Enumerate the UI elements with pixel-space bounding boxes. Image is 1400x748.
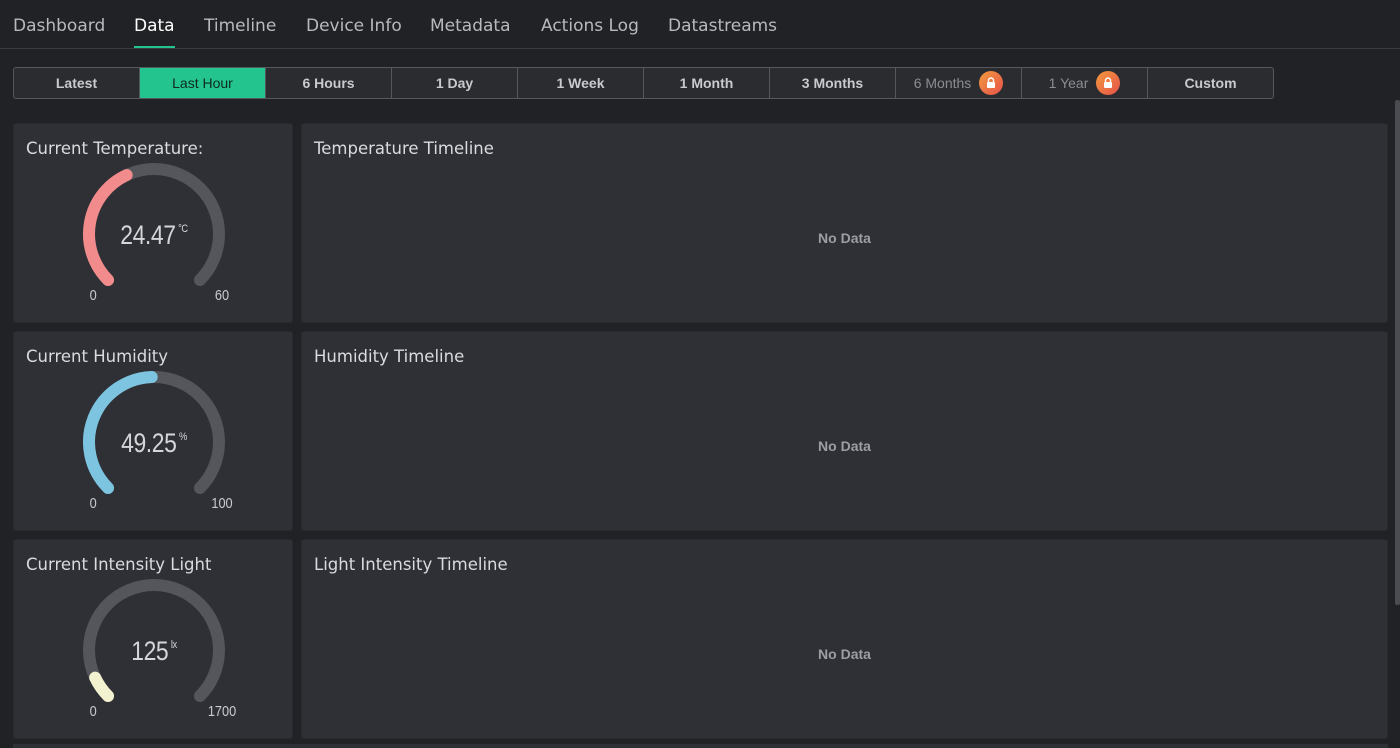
light-timeline-widget: Light Intensity Timeline No Data [301, 539, 1388, 739]
tab-actions-log[interactable]: Actions Log [541, 0, 639, 48]
gauge-min-label: 0 [89, 287, 97, 304]
temperature-gauge-widget: Current Temperature: 24.47 °C 0 60 [13, 123, 293, 323]
temperature-timeline-widget: Temperature Timeline No Data [301, 123, 1388, 323]
range-label: 6 Hours [302, 75, 355, 91]
gauge-min-label: 0 [89, 703, 97, 720]
gauge-value: 49.25% [121, 428, 187, 458]
humidity-gauge-widget: Current Humidity 49.25% 0 100 [13, 331, 293, 531]
range-label: 1 Year [1048, 75, 1089, 91]
gauge-max-label: 100 [211, 495, 233, 512]
range-6-months-button[interactable]: 6 Months [896, 68, 1022, 98]
tab-device-info[interactable]: Device Info [306, 0, 402, 48]
time-range-selector: Latest Last Hour 6 Hours 1 Day 1 Week 1 … [13, 67, 1274, 99]
gauge-unit: °C [178, 223, 188, 235]
gauge-max-label: 1700 [207, 703, 237, 720]
chart-title: Temperature Timeline [314, 139, 494, 158]
chart-title: Light Intensity Timeline [314, 555, 508, 574]
chart-title: Humidity Timeline [314, 347, 465, 366]
tab-metadata[interactable]: Metadata [430, 0, 511, 48]
range-1-year-button[interactable]: 1 Year [1022, 68, 1148, 98]
range-label: 3 Months [801, 75, 864, 91]
range-label: Custom [1184, 75, 1237, 91]
range-1-week-button[interactable]: 1 Week [518, 68, 644, 98]
gauge-fill [89, 671, 115, 702]
no-data-text: No Data [818, 438, 871, 454]
range-3-months-button[interactable]: 3 Months [770, 68, 896, 98]
gauge-min-label: 0 [89, 495, 97, 512]
range-custom-button[interactable]: Custom [1148, 68, 1273, 98]
humidity-timeline-widget: Humidity Timeline No Data [301, 331, 1388, 531]
tab-datastreams[interactable]: Datastreams [668, 0, 777, 48]
range-last-hour-button[interactable]: Last Hour [140, 68, 266, 98]
range-latest-button[interactable]: Latest [14, 68, 140, 98]
range-label: Latest [55, 75, 98, 91]
gauge-unit: lx [170, 639, 177, 651]
gauge-unit: % [178, 431, 187, 443]
tab-data[interactable]: Data [134, 0, 175, 48]
gauge-max-label: 60 [214, 287, 230, 304]
range-6-hours-button[interactable]: 6 Hours [266, 68, 392, 98]
range-label: 1 Day [435, 75, 474, 91]
lock-icon [1096, 71, 1121, 95]
range-1-day-button[interactable]: 1 Day [392, 68, 518, 98]
light-gauge-widget: Current Intensity Light 125 lx 0 1700 [13, 539, 293, 739]
range-label: 6 Months [913, 75, 972, 91]
top-tab-bar: Dashboard Data Timeline Device Info Meta… [0, 0, 1400, 49]
gauge-value: 125 lx [131, 636, 177, 666]
range-1-month-button[interactable]: 1 Month [644, 68, 770, 98]
range-label: 1 Week [556, 75, 605, 91]
range-label: 1 Month [679, 75, 734, 91]
tab-timeline[interactable]: Timeline [204, 0, 276, 48]
gauge-value: 24.47 °C [120, 220, 188, 250]
lock-icon [979, 71, 1004, 95]
range-label: Last Hour [172, 75, 233, 91]
scrollbar-thumb[interactable] [1395, 100, 1400, 605]
no-data-text: No Data [818, 646, 871, 662]
tab-dashboard[interactable]: Dashboard [13, 0, 105, 48]
next-row-edge [13, 744, 1388, 748]
no-data-text: No Data [818, 230, 871, 246]
